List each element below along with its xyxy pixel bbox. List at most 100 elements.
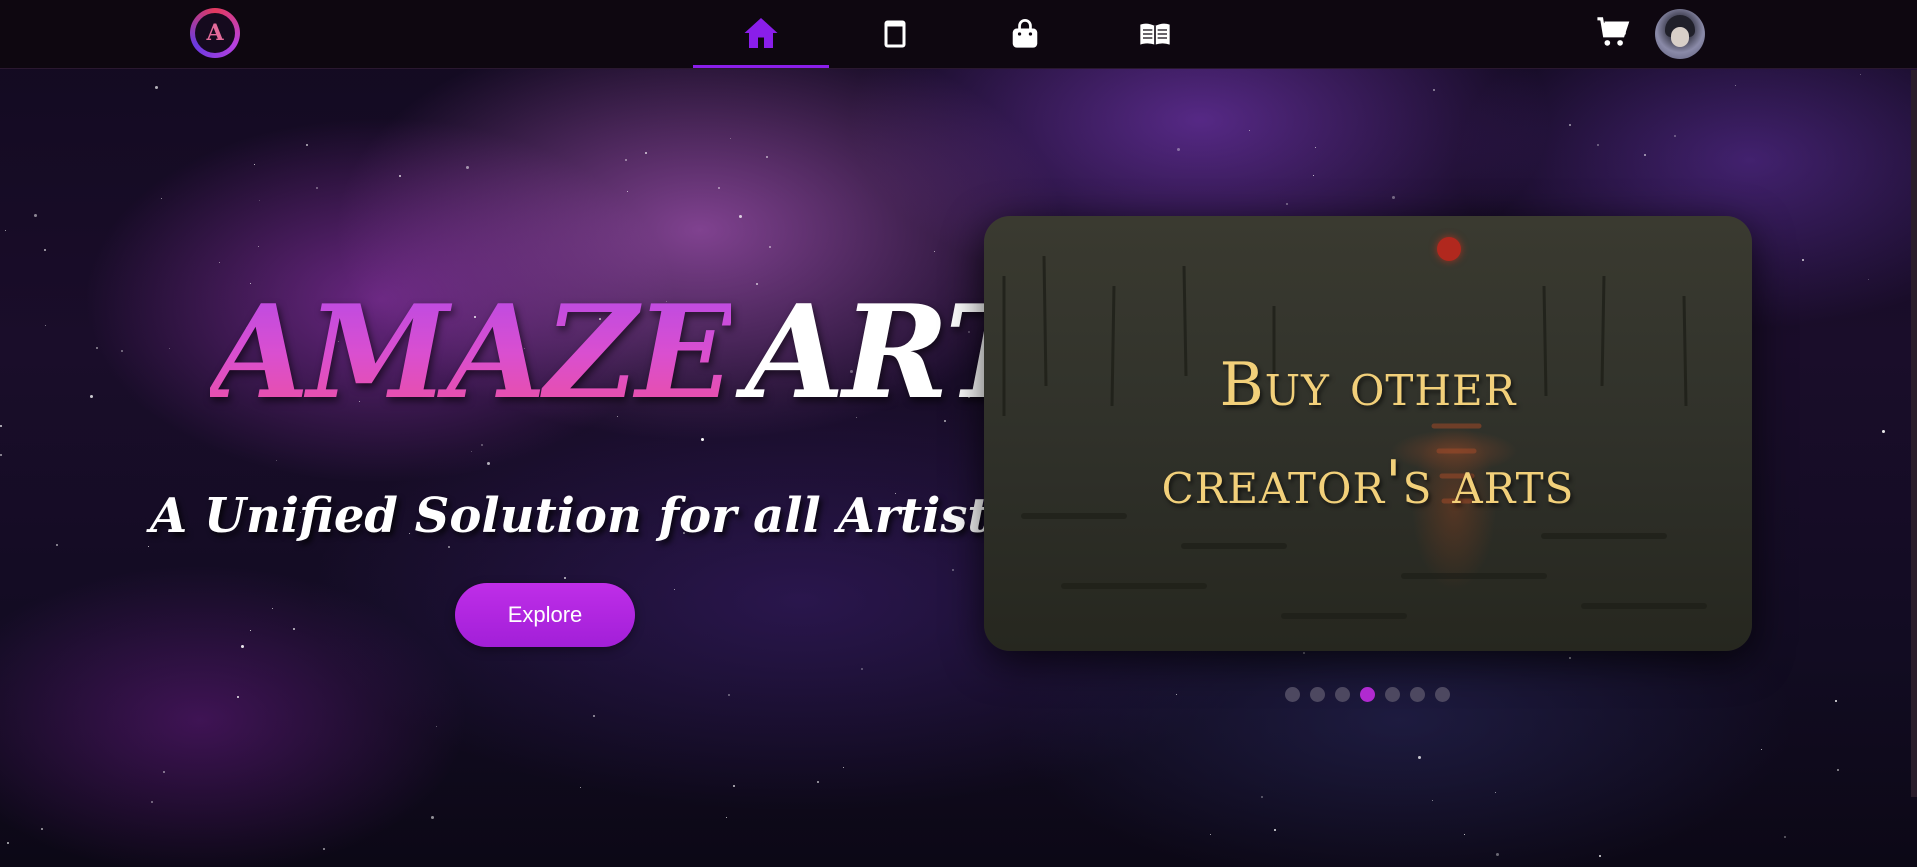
star [1392, 196, 1395, 199]
star [0, 425, 2, 427]
star [718, 187, 720, 189]
star [1868, 279, 1869, 280]
slide-caption-line2: creator's arts [1161, 448, 1575, 518]
star [1569, 124, 1571, 126]
slide-caption: Buy other creator's arts [984, 336, 1752, 532]
star [316, 187, 318, 189]
hero-tagline: A Unified Solution for all Artists ! [150, 488, 1055, 544]
tablet-icon [884, 20, 906, 48]
star [730, 138, 731, 139]
star [44, 249, 46, 251]
star [45, 325, 46, 326]
star [766, 156, 768, 158]
carousel-slide[interactable]: Buy other creator's arts [984, 216, 1752, 651]
carousel-dot[interactable] [1435, 687, 1450, 702]
star [151, 801, 153, 803]
star [1432, 800, 1433, 801]
star [1569, 657, 1571, 659]
cart-icon[interactable] [1596, 16, 1630, 50]
star [466, 166, 469, 169]
hero-title: AMAZE ART [210, 268, 1040, 438]
star [1249, 130, 1250, 131]
star [96, 347, 98, 349]
star [625, 159, 627, 161]
star [481, 444, 483, 446]
carousel-dot[interactable] [1385, 687, 1400, 702]
star [1735, 85, 1736, 86]
home-icon [744, 17, 778, 48]
nav-gallery[interactable] [827, 0, 963, 68]
nav-shop[interactable] [957, 0, 1093, 68]
star [728, 694, 730, 696]
star [471, 451, 472, 452]
carousel-dot[interactable] [1310, 687, 1325, 702]
star [1835, 700, 1837, 702]
star [1837, 769, 1839, 771]
star [237, 696, 239, 698]
scrollbar[interactable] [1911, 70, 1917, 797]
star [323, 848, 325, 850]
star [169, 348, 170, 349]
star [843, 767, 844, 768]
star [1464, 834, 1465, 835]
star [1177, 148, 1180, 151]
star [90, 395, 93, 398]
star [161, 198, 162, 199]
star [1802, 259, 1804, 261]
carousel-dot[interactable] [1335, 687, 1350, 702]
star [645, 152, 647, 154]
star [241, 645, 244, 648]
star [627, 191, 628, 192]
star [306, 144, 308, 146]
star [1210, 834, 1211, 835]
star [0, 454, 2, 456]
carousel-dot[interactable] [1360, 687, 1375, 702]
star [276, 460, 277, 461]
carousel-dot[interactable] [1410, 687, 1425, 702]
star [1496, 853, 1499, 856]
star [1274, 829, 1276, 831]
star [219, 262, 220, 263]
star [56, 544, 58, 546]
star [1761, 749, 1762, 750]
star [1674, 135, 1676, 137]
star [726, 817, 727, 818]
star [593, 715, 595, 717]
nav-home[interactable] [693, 0, 829, 68]
star [1882, 430, 1885, 433]
star [934, 251, 935, 252]
star [272, 608, 273, 609]
star [399, 175, 401, 177]
star [259, 200, 260, 201]
nav-blog[interactable] [1087, 0, 1223, 68]
site-logo[interactable]: A [190, 8, 240, 58]
explore-button[interactable]: Explore [455, 583, 635, 647]
carousel-dot[interactable] [1285, 687, 1300, 702]
star [436, 726, 437, 727]
star [861, 668, 863, 670]
star [155, 86, 158, 89]
star [293, 628, 295, 630]
star [769, 246, 771, 248]
star [487, 462, 490, 465]
star [952, 569, 954, 571]
star [1303, 652, 1305, 654]
star [121, 350, 123, 352]
star [1860, 74, 1861, 75]
star [564, 577, 566, 579]
user-avatar[interactable] [1655, 9, 1705, 59]
star [1784, 836, 1786, 838]
hero-title-amaze: AMAZE [210, 278, 733, 428]
star [431, 816, 434, 819]
star [580, 787, 581, 788]
star [254, 164, 255, 165]
star [733, 785, 735, 787]
star [1597, 144, 1599, 146]
star [7, 842, 9, 844]
star [1433, 89, 1435, 91]
slide-caption-line1: Buy other [1219, 350, 1517, 420]
logo-letter: A [195, 13, 235, 53]
star [148, 546, 149, 547]
star [34, 214, 37, 217]
avatar-face [1671, 27, 1689, 47]
